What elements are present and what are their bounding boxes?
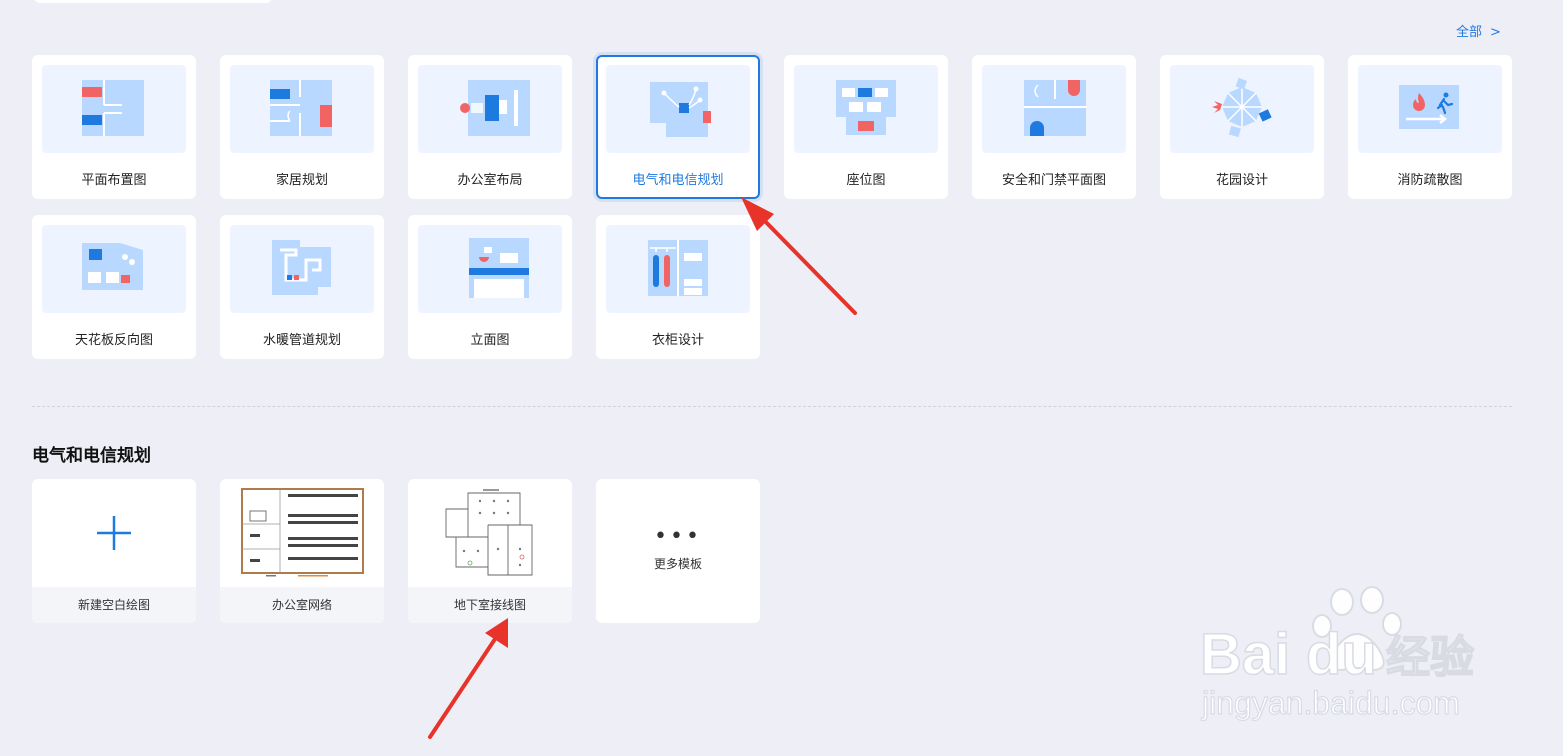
office-layout-icon — [418, 65, 562, 153]
watermark-url: jingyan.baidu.com — [1201, 685, 1460, 721]
template-label: 办公室网络 — [220, 587, 384, 623]
category-label: 天花板反向图 — [74, 333, 153, 348]
basement-wiring-thumbnail — [408, 479, 572, 587]
new-blank-drawing-card[interactable]: 新建空白绘图 — [32, 479, 196, 623]
category-card-garden-design[interactable]: 花园设计 — [1160, 55, 1324, 199]
section-title: 电气和电信规划 — [32, 446, 151, 466]
category-card-ceiling-plan[interactable]: 天花板反向图 — [32, 215, 196, 359]
seating-chart-icon — [794, 65, 938, 153]
category-label: 安全和门禁平面图 — [1001, 173, 1106, 188]
category-card-security-plan[interactable]: 安全和门禁平面图 — [972, 55, 1136, 199]
watermark-jingyan: 经验 — [1386, 632, 1474, 683]
elevation-icon — [418, 225, 562, 313]
category-card-home-plan[interactable]: 家居规划 — [220, 55, 384, 199]
category-card-electrical-plan[interactable]: 电气和电信规划 — [596, 55, 760, 199]
more-templates-card[interactable]: ••• 更多模板 — [596, 479, 760, 623]
home-plan-icon — [230, 65, 374, 153]
category-label: 花园设计 — [1215, 173, 1268, 188]
template-label: 更多模板 — [653, 557, 702, 571]
plus-icon — [32, 479, 196, 587]
category-card-floor-plan[interactable]: 平面布置图 — [32, 55, 196, 199]
view-all-link[interactable]: 全部 > — [1456, 21, 1501, 40]
template-card-office-network[interactable]: 办公室网络 — [220, 479, 384, 623]
template-card-basement-wiring[interactable]: 地下室接线图 — [408, 479, 572, 623]
watermark-brand: Bai — [1200, 622, 1290, 687]
ceiling-plan-icon — [42, 225, 186, 313]
category-label: 平面布置图 — [81, 173, 147, 188]
watermark-brand-suffix: du — [1306, 622, 1377, 687]
garden-design-icon — [1170, 65, 1314, 153]
baidu-jingyan-watermark: Bai du 经验 jingyan.baidu.com — [1196, 586, 1496, 726]
floor-plan-icon — [42, 65, 186, 153]
office-network-thumbnail — [220, 479, 384, 587]
category-card-wardrobe[interactable]: 衣柜设计 — [596, 215, 760, 359]
category-label: 消防疏散图 — [1397, 173, 1463, 188]
view-all-label: 全部 — [1456, 25, 1483, 40]
more-dots-icon: ••• — [654, 524, 702, 549]
wardrobe-icon — [606, 225, 750, 313]
category-label: 家居规划 — [275, 173, 328, 188]
category-label: 立面图 — [470, 333, 510, 348]
chevron-right-icon: > — [1490, 25, 1501, 40]
electrical-plan-icon — [606, 65, 750, 153]
category-label: 水暖管道规划 — [262, 333, 341, 348]
section-divider — [32, 406, 1512, 407]
category-card-fire-evacuation[interactable]: 消防疏散图 — [1348, 55, 1512, 199]
template-label: 地下室接线图 — [408, 587, 572, 623]
plumbing-plan-icon — [230, 225, 374, 313]
category-card-seating-chart[interactable]: 座位图 — [784, 55, 948, 199]
category-card-elevation[interactable]: 立面图 — [408, 215, 572, 359]
category-label: 电气和电信规划 — [632, 173, 724, 188]
category-label: 办公室布局 — [457, 173, 523, 188]
template-label: 新建空白绘图 — [32, 587, 196, 623]
category-label: 衣柜设计 — [651, 333, 704, 348]
category-card-plumbing-plan[interactable]: 水暖管道规划 — [220, 215, 384, 359]
category-card-office-layout[interactable]: 办公室布局 — [408, 55, 572, 199]
fire-evacuation-icon — [1358, 65, 1502, 153]
security-plan-icon — [982, 65, 1126, 153]
category-label: 座位图 — [846, 173, 886, 188]
search-bar-edge — [34, 0, 272, 3]
